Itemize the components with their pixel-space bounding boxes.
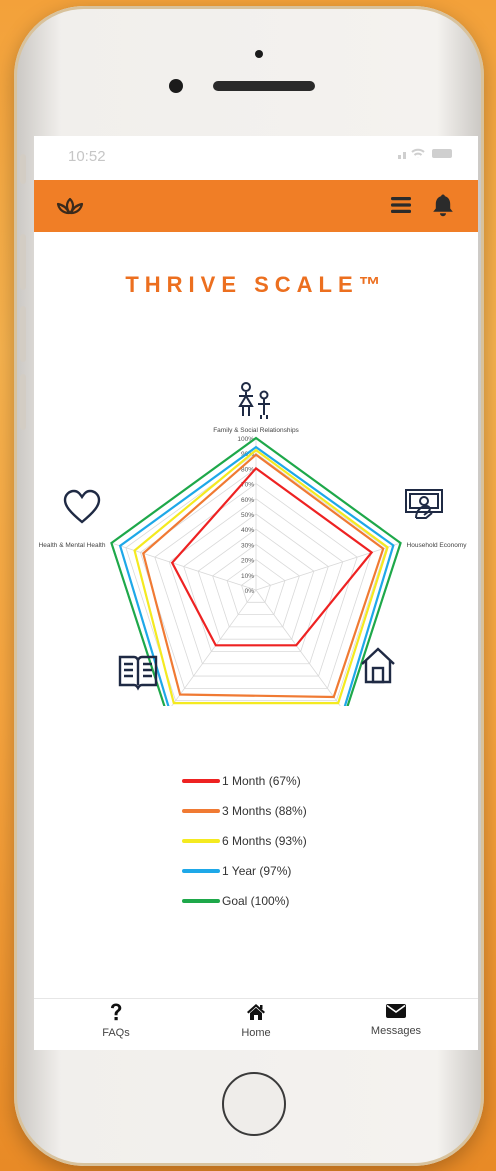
grid-spoke: [255, 542, 401, 591]
heart-icon: [63, 489, 101, 524]
money-hand-icon: [405, 489, 443, 519]
volume-down-button: [20, 306, 26, 362]
tick-label: 60%: [241, 497, 254, 504]
volume-up-button: [20, 234, 26, 290]
house-icon: [361, 647, 395, 684]
status-icons: [398, 146, 456, 163]
legend-label: 1 Year (97%): [222, 864, 292, 878]
legend-item: 1 Year (97%): [182, 862, 291, 880]
tab-faqs[interactable]: FAQs: [66, 1003, 166, 1039]
app-screen: 10:52 THRIVE SCALE™ 100% 90% 80% 70% 60%…: [34, 136, 478, 1050]
legend-swatch: [182, 809, 220, 813]
lotus-icon[interactable]: [56, 196, 84, 216]
hamburger-menu-icon[interactable]: [390, 194, 412, 216]
front-camera: [169, 79, 183, 93]
envelope-icon: [386, 1004, 406, 1018]
axis-label: Health & Mental Health: [39, 542, 106, 549]
axis-label: Family & Social Relationships: [213, 427, 299, 434]
tab-label: Home: [241, 1027, 271, 1039]
question-mark-icon: [111, 1003, 122, 1021]
legend-swatch: [182, 779, 220, 783]
legend-swatch: [182, 839, 220, 843]
legend-label: 1 Month (67%): [222, 774, 301, 788]
tick-label: 50%: [241, 512, 254, 519]
legend-item: 6 Months (93%): [182, 832, 307, 850]
legend-item: Goal (100%): [182, 892, 289, 910]
page-title: THRIVE SCALE™: [125, 272, 387, 297]
mute-switch: [20, 154, 26, 184]
side-button: [20, 374, 26, 430]
tab-messages[interactable]: Messages: [346, 1003, 446, 1037]
family-icon: [238, 382, 270, 419]
legend-swatch: [182, 869, 220, 873]
thrive-radar-chart: 100%90%80%70%60%50%40%30%20%10%0% Family…: [39, 382, 468, 706]
tick-label: 30%: [241, 542, 254, 549]
legend-item: 3 Months (88%): [182, 802, 307, 820]
tick-label: 20%: [241, 558, 254, 565]
app-header: [34, 180, 478, 232]
bell-icon[interactable]: [432, 193, 454, 217]
tick-label: 10%: [241, 573, 254, 580]
legend-swatch: [182, 899, 220, 903]
tick-label: 40%: [241, 527, 254, 534]
home-icon: [247, 1004, 265, 1020]
status-bar: 10:52: [34, 136, 478, 180]
earpiece-speaker: [213, 81, 315, 91]
axis-label: Household Economy: [407, 542, 468, 549]
tab-label: FAQs: [102, 1027, 130, 1039]
legend-label: 3 Months (88%): [222, 804, 307, 818]
tab-label: Messages: [370, 1025, 422, 1037]
status-time: 10:52: [68, 148, 106, 165]
tick-label: 0%: [245, 588, 255, 595]
legend-label: 6 Months (93%): [222, 834, 307, 848]
signal-wifi-battery-icon: [398, 148, 452, 159]
legend-item: 1 Month (67%): [182, 772, 301, 790]
tab-home[interactable]: Home: [206, 1003, 306, 1039]
home-button[interactable]: [222, 1072, 286, 1136]
bottom-tab-bar: FAQs Home Messages: [34, 998, 478, 1050]
legend-label: Goal (100%): [222, 894, 290, 908]
proximity-sensor: [255, 50, 263, 58]
